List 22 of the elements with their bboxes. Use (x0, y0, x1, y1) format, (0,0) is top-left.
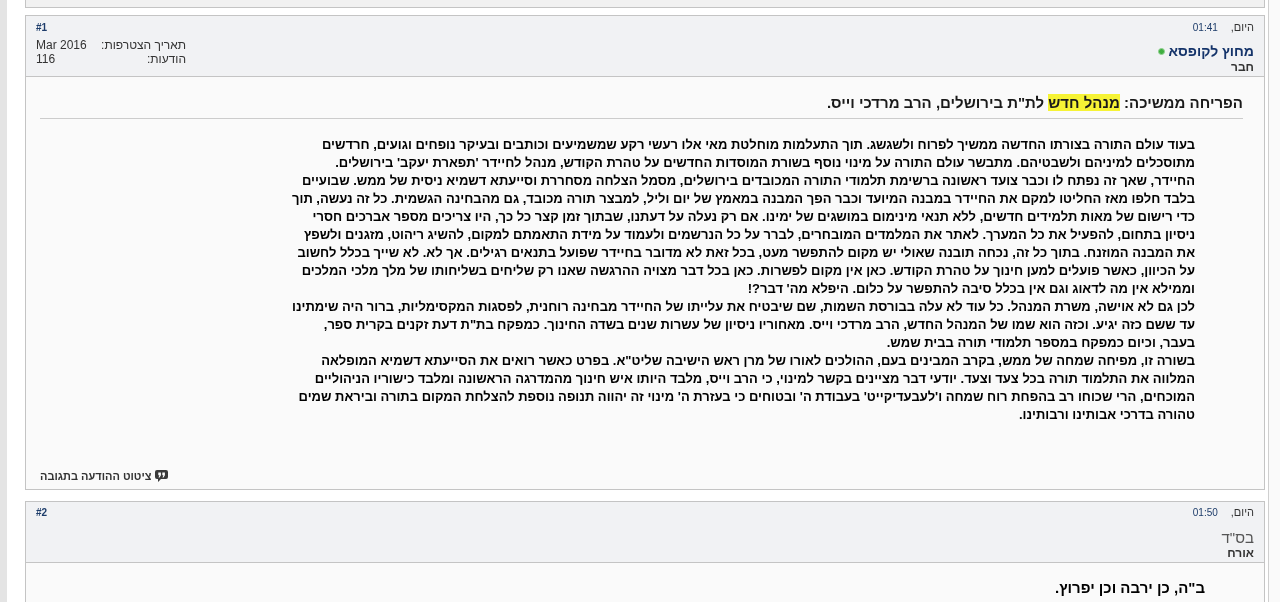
post-number-link[interactable]: #2 (36, 505, 48, 520)
stat-value: Mar 2016 (36, 38, 87, 52)
stat-label: תאריך הצטרפות: (101, 38, 186, 52)
post-title: הפריחה ממשיכה: מנהל חדש לת"ת בירושלים, הרב מרדכי וייס. (826, 93, 1243, 113)
quote-bubble-icon (155, 470, 169, 483)
post-paragraph: ב"ה, כן ירבה וכן יפרוץ. (1055, 577, 1205, 598)
post-time: 01:41 (1192, 20, 1218, 35)
post-paragraph: לכן גם לא אוישה, משרת המנהל. כל עוד לא עלה בבורסת השמות, שם שיבטיח את עלייתו של החיידר מבחינה רוחנית, לפסגות המקסימליות, ברור היה שימתינו עד ששם כזה יגיע. וכזה הוא שמו של המנהל החדש, הרב מרדכי וייס. מאחוריו ניסיון של עשרות שנים בשדה החינוך. כמפקח בת"ת דעת זקנים בקרית ספר, בעבר, וכיום כמפקח במספר תלמודי תורה בבית שמש. (291, 298, 1195, 352)
author-name-link[interactable]: בס"ד (1221, 528, 1254, 546)
post-number-link[interactable]: #1 (36, 19, 48, 35)
post-paragraph: בשורה זו, מפיחה שמחה של ממש, בקרב המבינים בעם, ההולכים לאורו של מרן ראש הישיבה שליט"א. בפרט כאשר רואים את הסייעתא דשמיא המופלאה המלווה את התלמוד תורה בכל צעד וצעד. יודעי דבר מציינים בקשר למינוי, כי הרב וייס, מלבד היותו איש חינוך מהמדרגה הראשונה ומלבד כישוריו הניהוליים המוכחים, הרי שכוחו רב בהפחת רוח שמחה ו'לעבעדיקייט' בעבודת ה' ובטוחים כי בעזרת ה' מינוי זה יהווה תנופה נוספת להצלחת המקום בתורה וביראת שמים טהורה בדרכי אבותינו ורבותינו. (297, 352, 1195, 424)
quote-reply-button[interactable]: ציטוט ההודעה בתגובה (40, 468, 169, 485)
author-role: אורח (1227, 545, 1254, 560)
post-paragraph: בעוד עולם התורה בצורתו החדשה ממשיך לפרוח ולשגשג. תוך התעלמות מוחלטת מאי אלו רעשי רקע שמשמיעים וכותבים ובעיקר נופחים וגועים, חרדשים מתוסכלים למיניהם ולשבטיהם. מתבשר עולם התורה על מינוי נוסף בשורת המוסדות החדשים על טהרת הקודש, מנהל לחיידר 'תפארת יעקב' בירושלים. (320, 136, 1195, 172)
post-time: 01:50 (1192, 506, 1218, 520)
post-date: היום, (1230, 505, 1254, 521)
stat-value: 116 (36, 52, 56, 66)
post-date: היום, (1230, 19, 1254, 35)
author-name-link[interactable]: מחוץ לקופסא (1168, 43, 1254, 60)
stat-label: הודעות: (146, 52, 186, 66)
author-role: חבר (1231, 60, 1254, 74)
post-paragraph: החיידר, שאך זה נפתח לו וכבר צועד ראשונה ברשימת תלמודי התורה המכובדים בירושלים, מסמל הצלחה מסחררת וסייעתא דשמיא ניסית של ממש. שבועיים בלבד חלפו מאז החליטו למקם את החיידר במבנה המיועד וכבר הפך המבנה במאמץ של יום וליל, למבצר תורה מכובד, גם מהבחינה הגשמית. כל זה נעשה, תוך כדי רישום של מאות תלמידים חדשים, ללא תנאי מינימום במושגים של ימינו. אם רק נעלה על דעתנו, שבתוך זמן קצר כל כך, היו צריכים מספר אברכים חסרי ניסיון בתחום, להפעיל את כל המערך. לאתר את המלמדים המובחרים, לברר על כל הנרשמים ולעמוד על מידת התאמתם למקום, להשיג ריהוט, מזגנים ולשפץ את המבנה המוזנח. בתוך כל זה, נכחה תובנה שאולי יש מקום להתפשר מעט, בכל זאת לא מדובר בחיידר שפועל בתנאים רגילים. אך לא. לא שייך בכלל לחשוב על הכיוון, כאשר פועלים למען חינוך על טהרת הקודש. כאן אין מקום לפשרות. כאן בכל דבר מצויה ההרגשה שאנו רק שליחים בשליחותו של מלך מלכי המלכים וממילא אין מה לדאוג וגם אין בכלל סיבה להתפשר על כלום. היפלא מה' דבר?! (291, 172, 1195, 298)
